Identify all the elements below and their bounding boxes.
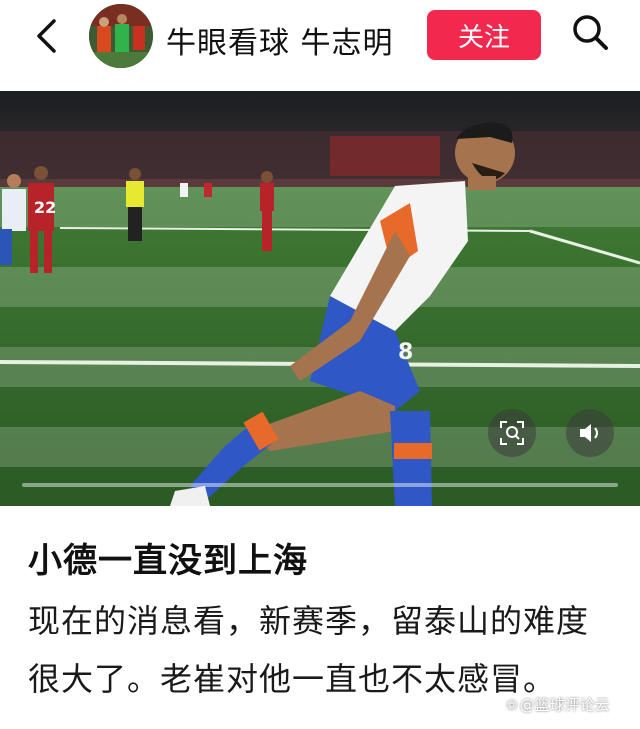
chevron-left-icon — [37, 19, 56, 53]
watermark-text: @篮球评论云 — [519, 696, 610, 714]
avatar-image — [89, 4, 153, 68]
top-bar: 牛眼看球 牛志明 关注 — [0, 0, 640, 90]
video-progress-bar[interactable] — [22, 483, 618, 487]
search-button[interactable] — [568, 10, 612, 54]
source-watermark: ❁ @篮球评论云 — [506, 694, 610, 715]
post-body: 现在的消息看，新赛季，留泰山的难度很大了。老崔对他一直也不太感冒。 — [28, 602, 590, 698]
screen-capture-icon — [500, 421, 524, 445]
follow-button[interactable]: 关注 — [427, 10, 541, 60]
search-icon — [573, 15, 608, 50]
paw-icon: ❁ — [506, 698, 518, 714]
player-number-22: 22 — [34, 198, 56, 217]
author-avatar[interactable] — [89, 4, 153, 68]
post-media[interactable]: 22 8 — [0, 91, 640, 506]
screen-capture-button[interactable] — [488, 409, 536, 457]
volume-icon — [580, 424, 598, 442]
shirt-number-8: 8 — [398, 340, 413, 365]
author-name[interactable]: 牛眼看球 牛志明 — [166, 18, 394, 62]
volume-button[interactable] — [566, 409, 614, 457]
post-title: 小德一直没到上海 — [28, 541, 308, 581]
back-button[interactable] — [28, 16, 68, 56]
football-match-photo: 22 8 — [0, 91, 640, 506]
